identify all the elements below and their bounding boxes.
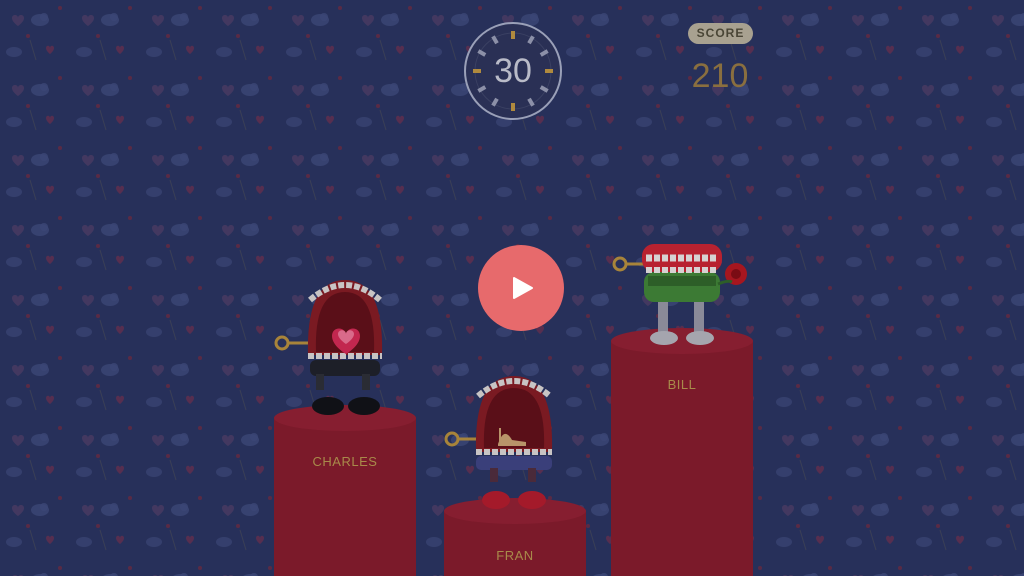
- score-label: SCORE: [688, 23, 753, 44]
- rose-icon: [717, 263, 747, 286]
- windup-key-icon: [612, 256, 646, 272]
- score-value: 210: [691, 57, 749, 95]
- player-name-charles: CHARLES: [312, 454, 378, 469]
- player-name-fran: FRAN: [496, 548, 534, 563]
- play-icon: [513, 277, 533, 299]
- windup-key-icon: [274, 335, 310, 351]
- windup-key-icon: [444, 431, 478, 447]
- fran-chattering-teeth: [444, 376, 553, 509]
- countdown-timer: 30: [463, 21, 563, 121]
- podium-charles: CHARLES: [274, 405, 416, 576]
- podium-bill: BILL: [611, 328, 753, 576]
- bill-chattering-teeth: [612, 244, 747, 345]
- player-name-bill: BILL: [667, 377, 697, 392]
- play-button[interactable]: [478, 245, 564, 331]
- podium-fran: FRAN: [444, 498, 586, 576]
- charles-chattering-teeth: [274, 280, 383, 415]
- timer-value: 30: [494, 52, 532, 90]
